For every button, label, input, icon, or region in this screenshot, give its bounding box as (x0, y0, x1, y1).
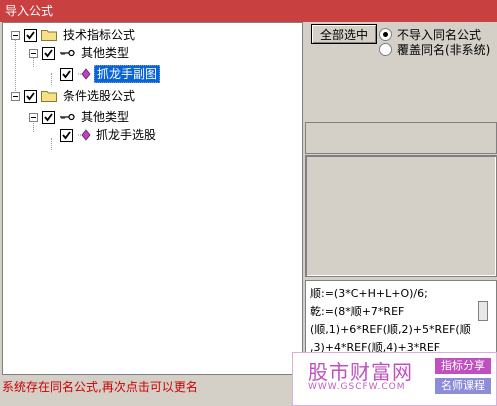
collapse-toggle-icon[interactable] (29, 48, 38, 58)
checkmark-icon (26, 30, 35, 39)
formula-scrollbar-thumb[interactable] (478, 301, 488, 321)
description-panel (305, 155, 497, 277)
formula-gem-icon (78, 129, 91, 141)
info-panel-top (305, 122, 497, 154)
tree-label-formula-1: 抓龙手副图 (94, 65, 161, 83)
radio-overwrite-duplicates[interactable]: 覆盖同名(非系统) (379, 42, 490, 57)
tree-label-group-1: 技术指标公式 (63, 28, 136, 42)
title-bar: 导入公式 (0, 0, 497, 22)
checkmark-icon (26, 91, 35, 100)
formula-gem-icon (78, 68, 91, 80)
tree-label-category-2: 其他类型 (81, 110, 130, 124)
window-title: 导入公式 (5, 4, 54, 18)
checkmark-icon (44, 112, 53, 121)
formula-line: 顺:=(3*C+H+L+O)/6; (310, 287, 428, 300)
radio-overwrite-indicator[interactable] (379, 43, 392, 56)
checkmark-icon (62, 130, 71, 139)
options-pane: 全部选中 不导入同名公式 覆盖同名(非系统) 顺:=(3*C+H+L+O)/6;… (305, 22, 497, 375)
folder-icon (41, 91, 57, 102)
tree-checkbox-group-1[interactable] (24, 28, 37, 42)
tree-label-category-1: 其他类型 (81, 46, 130, 60)
watermark-site-name: 股市财富网 (308, 360, 413, 384)
watermark-tag-course: 名师课程 (435, 378, 491, 394)
tree-node-formula-1[interactable]: 抓龙手副图 (60, 65, 161, 83)
tree-checkbox-category-1[interactable] (42, 46, 55, 60)
formula-tree[interactable]: 技术指标公式 其他类型 抓龙手副图 条件选股公式 其他类型 抓龙手选股 (2, 22, 303, 375)
folder-icon (41, 30, 57, 41)
watermark-url: WWW.GSCFW.COM (308, 382, 406, 392)
collapse-toggle-icon[interactable] (29, 112, 38, 122)
tree-label-group-2: 条件选股公式 (63, 89, 136, 103)
tree-checkbox-formula-2[interactable] (60, 128, 73, 142)
tree-node-category-1[interactable]: 其他类型 (29, 44, 131, 62)
radio-overwrite-label: 覆盖同名(非系统) (397, 43, 491, 57)
collapse-toggle-icon[interactable] (11, 91, 20, 101)
key-icon (60, 49, 75, 57)
checkmark-icon (44, 48, 53, 57)
tree-checkbox-group-2[interactable] (24, 89, 37, 103)
watermark-logo: 股市财富网 WWW.GSCFW.COM 指标分享 名师课程 (292, 352, 497, 406)
formula-line: 乾:=(8*顺+7*REF (310, 305, 405, 318)
select-all-button[interactable]: 全部选中 (311, 24, 377, 44)
watermark-tag-share: 指标分享 (435, 358, 491, 374)
key-icon (60, 113, 75, 121)
checkmark-icon (62, 69, 71, 78)
tree-node-category-2[interactable]: 其他类型 (29, 108, 131, 126)
tree-node-group-2[interactable]: 条件选股公式 (11, 87, 137, 105)
radio-skip-indicator[interactable] (379, 28, 392, 41)
tree-node-group-1[interactable]: 技术指标公式 (11, 26, 137, 44)
collapse-toggle-icon[interactable] (11, 30, 20, 40)
tree-node-formula-2[interactable]: 抓龙手选股 (60, 126, 158, 144)
tree-checkbox-category-2[interactable] (42, 110, 55, 124)
status-message: 系统存在同名公式,再次点击可以更名 (2, 380, 198, 394)
tree-label-formula-2: 抓龙手选股 (96, 128, 157, 142)
radio-skip-duplicates[interactable]: 不导入同名公式 (379, 27, 481, 42)
formula-line: (顺,1)+6*REF(顺,2)+5*REF(顺 (310, 323, 471, 336)
tree-checkbox-formula-1[interactable] (60, 67, 73, 81)
